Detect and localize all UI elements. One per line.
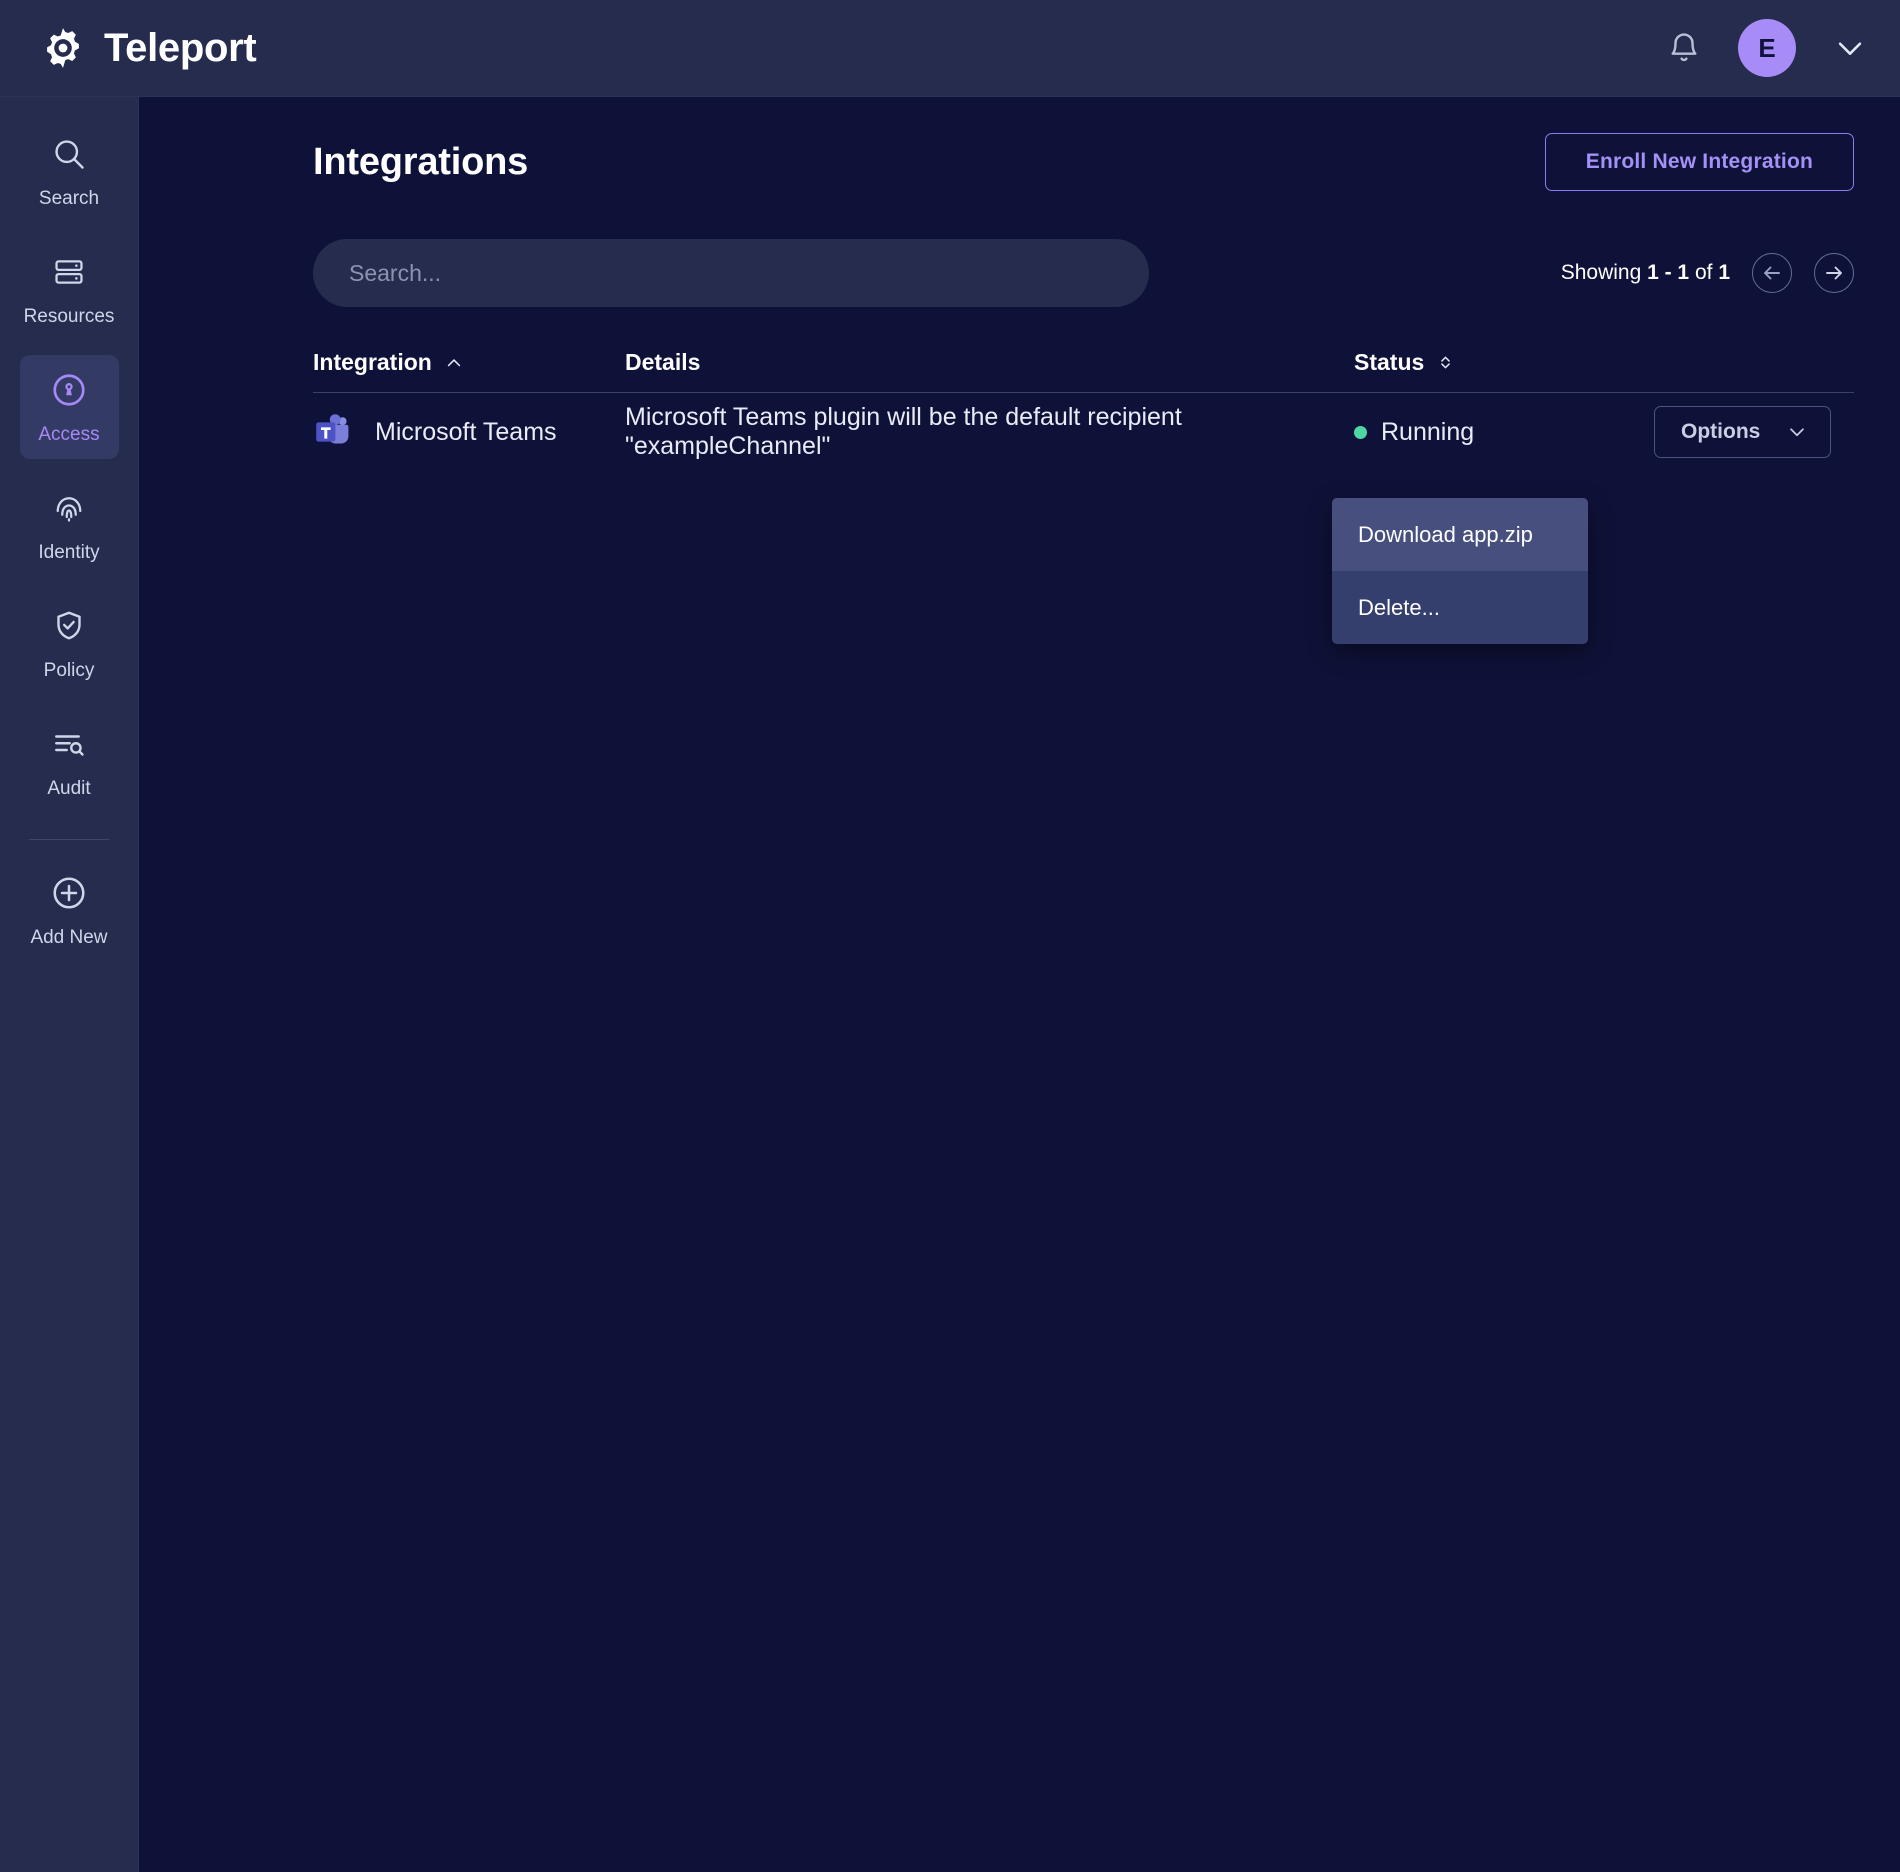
enroll-new-integration-button[interactable]: Enroll New Integration [1544,133,1854,191]
sidebar-item-audit[interactable]: Audit [20,709,119,813]
pagination-total: 1 [1718,261,1730,284]
column-header-label: Integration [313,349,432,375]
sidebar-item-search[interactable]: Search [20,119,119,223]
search-input[interactable] [313,239,1149,307]
sidebar-item-identity[interactable]: Identity [20,473,119,577]
chevron-updown-icon [1436,353,1455,372]
cell-details: Microsoft Teams plugin will be the defau… [625,403,1354,461]
column-header-label: Details [625,349,701,375]
arrow-right-icon [1822,261,1846,285]
cell-options: Options [1654,406,1854,458]
gear-icon [40,25,86,71]
sidebar-divider [29,839,109,840]
sidebar-item-access[interactable]: Access [19,355,119,459]
pagination-range: 1 - 1 [1647,261,1690,284]
search-icon [48,133,90,175]
plus-circle-icon [48,872,90,914]
fingerprint-icon [48,487,90,529]
page-header: Integrations Enroll New Integration [185,97,1854,191]
column-header-label: Status [1354,349,1425,375]
toolbar: Showing 1 - 1 of 1 [185,239,1854,307]
main-content: Integrations Enroll New Integration Show… [139,97,1900,1872]
chevron-down-icon[interactable] [1828,26,1872,70]
table-header-row: Integration Details Status [313,349,1854,393]
pagination-next-button[interactable] [1814,253,1854,293]
column-header-details[interactable]: Details [625,349,1354,376]
bell-icon[interactable] [1662,26,1706,70]
pagination-prefix: Showing [1560,261,1648,284]
status-badge: Running [1381,417,1475,446]
sidebar-item-label: Add New [30,926,108,948]
list-search-icon [48,723,90,765]
integrations-table: Integration Details Status Microsoft Tea… [185,349,1854,471]
sidebar-item-label: Policy [43,659,95,681]
lock-circle-icon [48,369,90,411]
column-header-status[interactable]: Status [1354,349,1654,376]
sidebar-item-label: Search [38,187,100,209]
cell-integration: Microsoft Teams [313,412,625,452]
sidebar-item-label: Resources [23,305,115,327]
avatar[interactable]: E [1738,19,1796,77]
pagination-label: Showing 1 - 1 of 1 [1561,261,1730,285]
table-row: Microsoft Teams Microsoft Teams plugin w… [313,393,1854,471]
app-root: Teleport E Search Resources Access Ident… [0,0,1900,1872]
chevron-up-icon [444,353,464,373]
column-header-integration[interactable]: Integration [313,349,625,376]
top-bar: Teleport E [0,0,1900,97]
search-field-wrapper [313,239,1149,307]
arrow-left-icon [1760,261,1784,285]
brand-logo[interactable]: Teleport [40,25,257,71]
sidebar-item-label: Access [38,423,100,445]
options-button-label: Options [1681,420,1761,443]
body: Search Resources Access Identity Policy … [0,97,1900,1872]
options-button[interactable]: Options [1654,406,1832,458]
pagination-middle: of [1689,261,1719,284]
sidebar-item-label: Audit [47,777,91,799]
shield-check-icon [48,605,90,647]
options-dropdown-menu: Download app.zip Delete... [1332,498,1588,644]
pagination-prev-button[interactable] [1752,253,1792,293]
server-icon [48,251,90,293]
pagination: Showing 1 - 1 of 1 [1561,253,1854,293]
sidebar-item-add-new[interactable]: Add New [20,858,119,962]
integration-details: Microsoft Teams plugin will be the defau… [625,403,1182,460]
menu-item-delete[interactable]: Delete... [1332,571,1588,644]
sidebar-item-label: Identity [38,541,100,563]
microsoft-teams-icon [313,412,353,452]
sidebar-item-policy[interactable]: Policy [20,591,119,695]
topbar-actions: E [1662,19,1872,77]
chevron-down-icon [1786,421,1808,443]
cell-status: Running [1354,418,1654,447]
status-dot-icon [1354,425,1367,439]
menu-item-download-app-zip[interactable]: Download app.zip [1332,498,1588,571]
sidebar: Search Resources Access Identity Policy … [0,97,139,1872]
integration-name: Microsoft Teams [375,417,557,446]
sidebar-item-resources[interactable]: Resources [20,237,119,341]
page-title: Integrations [313,140,529,183]
brand-name: Teleport [104,25,257,70]
